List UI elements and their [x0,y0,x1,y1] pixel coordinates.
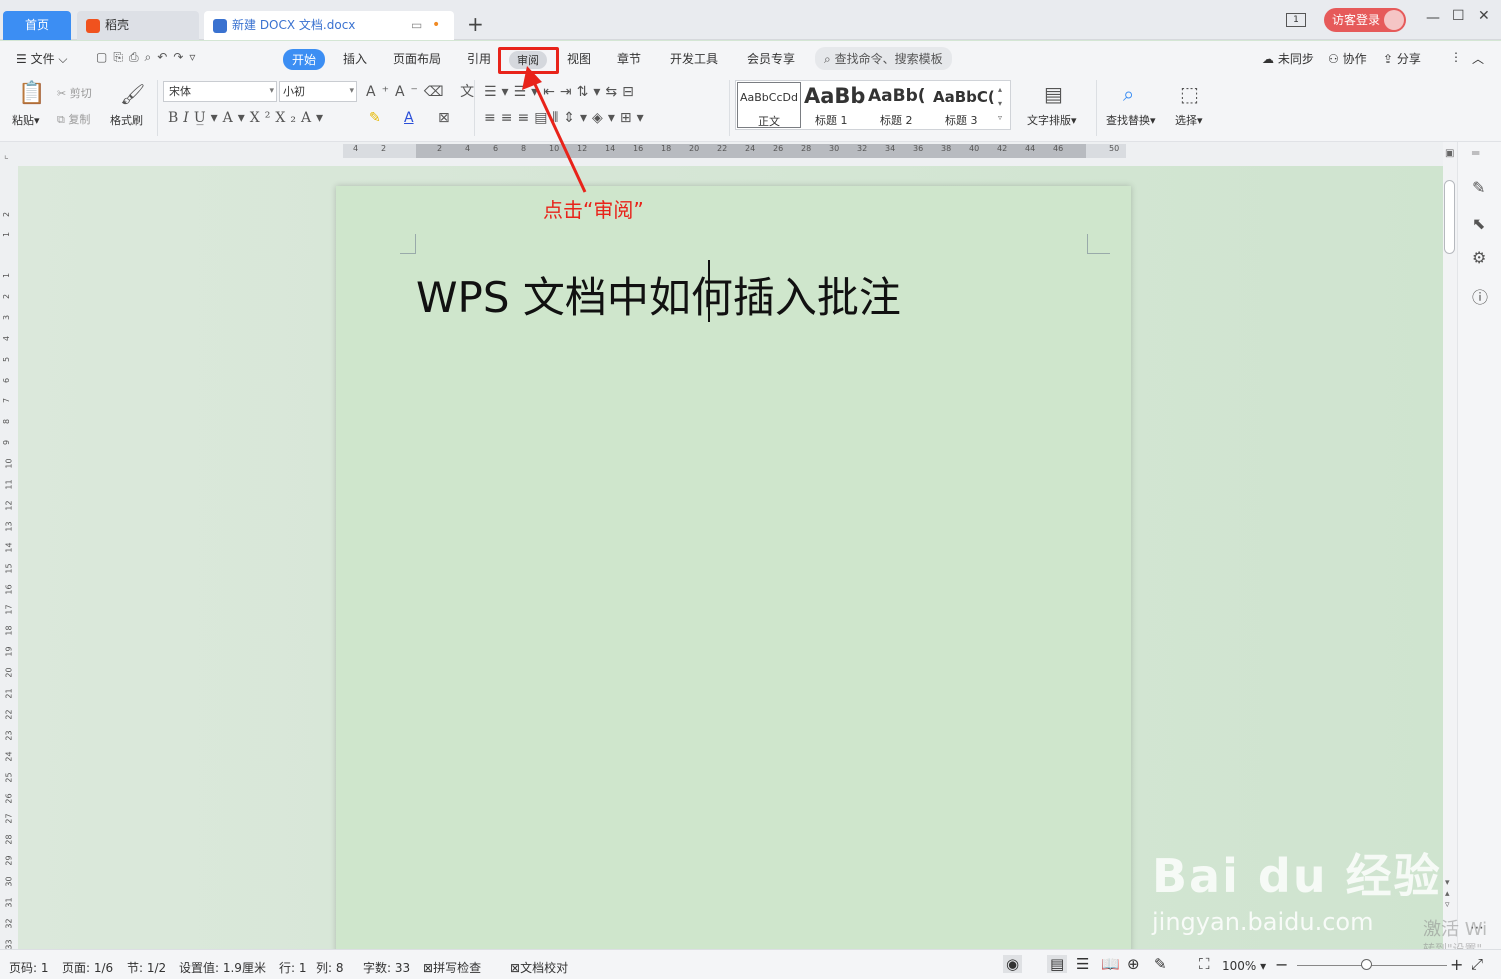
right-tool-panel: ═ ✎ ⬉ ⚙ ⓘ ⋯ [1457,142,1501,949]
outline-view-icon[interactable]: ☰ [1076,955,1089,973]
status-column[interactable]: 列: 8 [316,959,344,976]
status-pages[interactable]: 页面: 1/6 [62,959,113,976]
page-nav-icons[interactable]: ▾ ▴ ▿ [1445,878,1450,911]
eye-protection-icon[interactable]: ◉ [1003,955,1023,973]
fullscreen-icon[interactable]: ⤢ [1471,955,1483,973]
settings-sliders-icon[interactable]: ⚙ [1472,248,1486,267]
status-setting[interactable]: 设置值: 1.9厘米 [179,959,266,976]
annotation-arrow [522,66,587,193]
vertical-scrollbar[interactable]: ▣ ▾ ▴ ▿ [1443,142,1457,949]
fit-page-icon[interactable]: ⛶ [1199,955,1210,973]
checkbox-icon: ⊠ [423,961,434,975]
activation-watermark: 激活 Wi [1423,919,1488,940]
status-word-count[interactable]: 字数: 33 [363,959,410,976]
status-bar: 页码: 1 页面: 1/6 节: 1/2 设置值: 1.9厘米 行: 1 列: … [0,949,1501,979]
arrow-head [522,66,542,90]
web-view-icon[interactable]: ⊕ [1127,955,1140,973]
zoom-slider-thumb[interactable] [1361,959,1372,970]
status-section[interactable]: 节: 1/2 [127,959,166,976]
status-row[interactable]: 行: 1 [279,959,307,976]
arrow-shaft [531,79,587,193]
page-view-icon[interactable]: ▤ [1047,955,1068,973]
scrollbar-thumb[interactable] [1444,180,1455,254]
help-icon[interactable]: ⓘ [1472,284,1488,308]
pen-icon[interactable]: ✎ [1472,178,1485,197]
checkbox-icon: ⊠ [510,961,521,975]
doc-proof-button[interactable]: ⊠文档校对 [510,959,568,976]
zoom-slider[interactable] [1297,965,1447,966]
baidu-watermark-logo: Bai du 经验 [1152,849,1442,903]
spell-check-button[interactable]: ⊠拼写检查 [423,959,481,976]
status-page-number[interactable]: 页码: 1 [9,959,49,976]
panel-handle-icon: ═ [1472,146,1480,160]
zoom-level[interactable]: 100% ▾ [1222,959,1266,973]
zoom-in-button[interactable]: + [1450,955,1463,974]
write-mode-icon[interactable]: ✎ [1154,955,1167,973]
zoom-out-button[interactable]: − [1275,955,1288,974]
scroll-top-icon[interactable]: ▣ [1445,148,1454,159]
baidu-watermark-url: jingyan.baidu.com [1152,908,1374,936]
reading-view-icon[interactable]: 📖 [1101,955,1120,973]
pointer-icon[interactable]: ⬉ [1472,214,1485,233]
